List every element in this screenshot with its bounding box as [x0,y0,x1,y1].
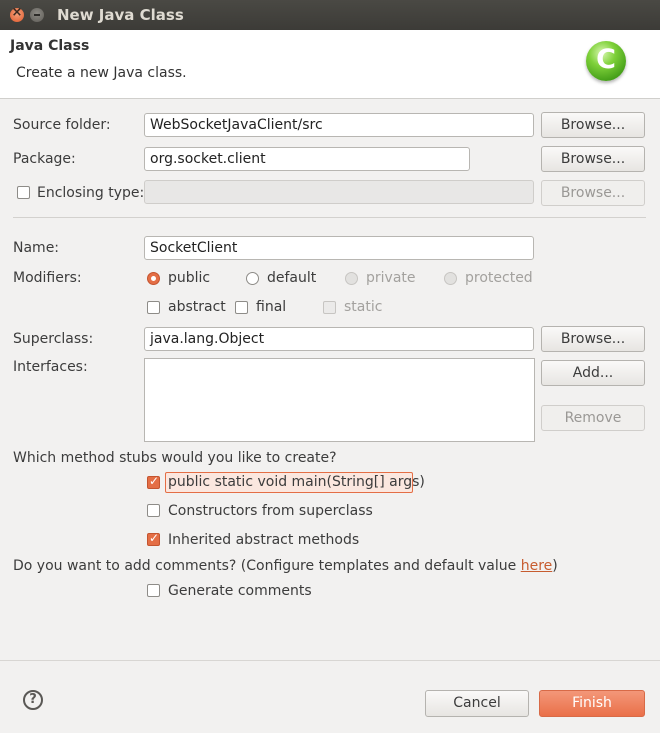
public-radio[interactable] [147,272,160,285]
generate-comments-label: Generate comments [168,583,312,599]
package-browse-button[interactable]: Browse... [541,146,645,172]
interfaces-list[interactable] [144,358,535,442]
enclosing-type-browse-button: Browse... [541,180,645,206]
package-input[interactable]: org.socket.client [144,147,470,171]
abstract-label: abstract [168,299,226,315]
wizard-header: Java Class Create a new Java class. C [0,30,660,99]
main-method-label: public static void main(String[] args) [168,474,425,490]
generate-comments-checkbox[interactable] [147,584,160,597]
inherited-methods-label: Inherited abstract methods [168,532,360,548]
help-icon[interactable]: ? [23,690,43,710]
source-folder-browse-button[interactable]: Browse... [541,112,645,138]
private-radio [345,272,358,285]
minimize-icon[interactable] [30,8,44,22]
constructors-checkbox[interactable] [147,504,160,517]
source-folder-label: Source folder: [13,117,111,133]
superclass-browse-button[interactable]: Browse... [541,326,645,352]
modifiers-label: Modifiers: [13,270,82,286]
header-title: Java Class [10,38,90,54]
name-input[interactable]: SocketClient [144,236,534,260]
java-class-c-icon: C [586,41,626,81]
title-bar: New Java Class [0,0,660,30]
window-title: New Java Class [57,6,184,24]
private-label: private [366,270,416,286]
public-label: public [168,270,211,286]
default-label: default [267,270,317,286]
name-label: Name: [13,240,60,256]
superclass-label: Superclass: [13,331,94,347]
source-folder-input[interactable]: WebSocketJavaClient/src [144,113,534,137]
method-stubs-question: Which method stubs would you like to cre… [13,450,337,466]
static-label: static [344,299,383,315]
comments-question: Do you want to add comments? (Configure … [13,558,558,574]
finish-button[interactable]: Finish [539,690,645,717]
configure-templates-link[interactable]: here [521,558,553,574]
main-method-checkbox[interactable] [147,474,160,489]
superclass-input[interactable]: java.lang.Object [144,327,534,351]
comments-question-text: Do you want to add comments? (Configure … [13,558,521,574]
dialog-window: New Java Class Java Class Create a new J… [0,0,660,733]
enclosing-type-input [144,180,534,204]
inherited-methods-checkbox[interactable] [147,531,160,546]
separator [13,217,646,218]
logo-letter: C [596,44,616,75]
header-description: Create a new Java class. [16,65,187,81]
abstract-checkbox[interactable] [147,301,160,314]
final-checkbox[interactable] [235,301,248,314]
interfaces-add-button[interactable]: Add... [541,360,645,386]
final-label: final [256,299,287,315]
constructors-label: Constructors from superclass [168,503,373,519]
interfaces-remove-button: Remove [541,405,645,431]
default-radio[interactable] [246,272,259,285]
cancel-button[interactable]: Cancel [425,690,529,717]
footer-separator [0,660,660,661]
protected-radio [444,272,457,285]
enclosing-type-checkbox[interactable] [17,186,30,199]
close-icon[interactable] [10,5,24,22]
package-label: Package: [13,151,76,167]
protected-label: protected [465,270,533,286]
enclosing-type-label: Enclosing type: [37,185,145,201]
comments-question-suffix: ) [552,558,558,574]
interfaces-label: Interfaces: [13,359,88,375]
static-checkbox [323,301,336,314]
